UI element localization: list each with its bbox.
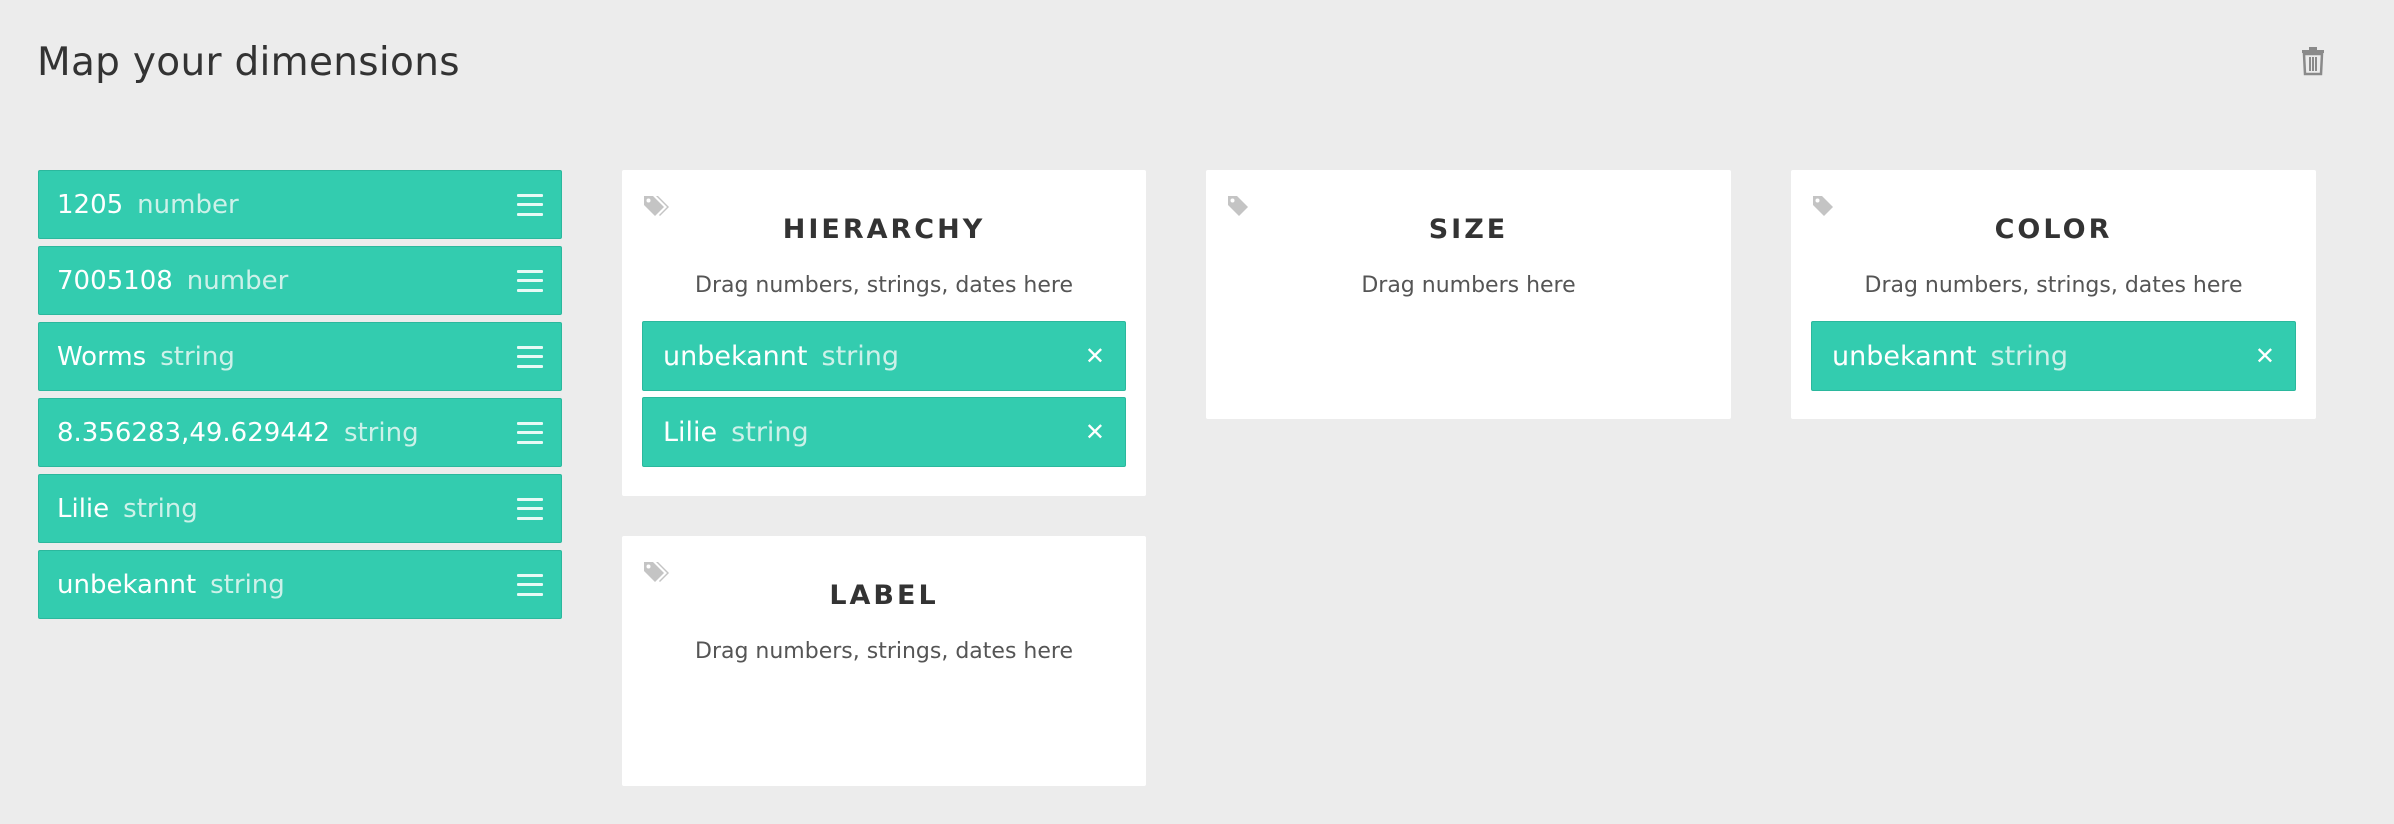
dimension-type: string: [210, 569, 285, 600]
trash-icon[interactable]: [2300, 46, 2326, 76]
card-hint: Drag numbers here: [1361, 273, 1576, 298]
close-icon[interactable]: ✕: [1085, 344, 1105, 368]
drag-handle-icon[interactable]: [517, 573, 543, 596]
dimension-item-worms[interactable]: Worms string: [38, 322, 562, 391]
dimension-item-coordinates[interactable]: 8.356283,49.629442 string: [38, 398, 562, 467]
dimension-item-unbekannt[interactable]: unbekannt string: [38, 550, 562, 619]
color-card[interactable]: COLOR Drag numbers, strings, dates here …: [1791, 170, 2316, 419]
tags-icon: [642, 560, 672, 586]
dimension-item-1205[interactable]: 1205 number: [38, 170, 562, 239]
dimension-list: 1205 number 7005108 number Worms string …: [38, 170, 562, 626]
mapped-dimension-chip[interactable]: unbekannt string ✕: [1811, 321, 2296, 391]
hierarchy-card[interactable]: HIERARCHY Drag numbers, strings, dates h…: [622, 170, 1146, 496]
drag-handle-icon[interactable]: [517, 497, 543, 520]
card-title: SIZE: [1428, 214, 1509, 245]
dimension-name: unbekannt: [57, 569, 197, 600]
mapped-dimension-chip[interactable]: unbekannt string ✕: [642, 321, 1126, 391]
tags-icon: [642, 194, 672, 220]
dimension-type: string: [123, 493, 198, 524]
close-icon[interactable]: ✕: [1085, 420, 1105, 444]
chip-name: Lilie: [663, 416, 718, 448]
dimension-name: 8.356283,49.629442: [57, 417, 330, 448]
tag-icon: [1811, 194, 1841, 220]
dimension-type: string: [160, 341, 235, 372]
card-title: LABEL: [829, 580, 939, 611]
dimension-item-lilie[interactable]: Lilie string: [38, 474, 562, 543]
chip-type: string: [821, 340, 900, 372]
size-card[interactable]: SIZE Drag numbers here: [1206, 170, 1731, 419]
card-hint: Drag numbers, strings, dates here: [695, 639, 1073, 664]
header: Map your dimensions: [37, 36, 2354, 96]
dimension-type: number: [186, 265, 289, 296]
chip-name: unbekannt: [663, 340, 808, 372]
dimension-name: 7005108: [57, 265, 173, 296]
tag-icon: [1226, 194, 1256, 220]
page-title: Map your dimensions: [37, 40, 460, 85]
dimension-type: number: [137, 189, 239, 220]
drag-handle-icon[interactable]: [517, 421, 543, 444]
dimension-name: Worms: [57, 341, 147, 372]
chip-type: string: [731, 416, 809, 448]
card-title: COLOR: [1994, 214, 2113, 245]
card-drop-zone[interactable]: unbekannt string ✕: [1791, 321, 2316, 391]
chip-type: string: [1990, 340, 2069, 372]
close-icon[interactable]: ✕: [2255, 344, 2275, 368]
chip-name: unbekannt: [1832, 340, 1977, 372]
card-drop-zone[interactable]: unbekannt string ✕ Lilie string ✕: [622, 321, 1146, 467]
dimension-name: 1205: [57, 189, 124, 220]
card-hint: Drag numbers, strings, dates here: [695, 273, 1073, 298]
card-hint: Drag numbers, strings, dates here: [1864, 273, 2243, 298]
drag-handle-icon[interactable]: [517, 269, 543, 292]
drag-handle-icon[interactable]: [517, 345, 543, 368]
card-title: HIERARCHY: [782, 214, 986, 245]
drag-handle-icon[interactable]: [517, 193, 543, 216]
label-card[interactable]: LABEL Drag numbers, strings, dates here: [622, 536, 1146, 786]
dimension-item-7005108[interactable]: 7005108 number: [38, 246, 562, 315]
dimension-name: Lilie: [57, 493, 110, 524]
mapped-dimension-chip[interactable]: Lilie string ✕: [642, 397, 1126, 467]
dimension-type: string: [343, 417, 419, 448]
